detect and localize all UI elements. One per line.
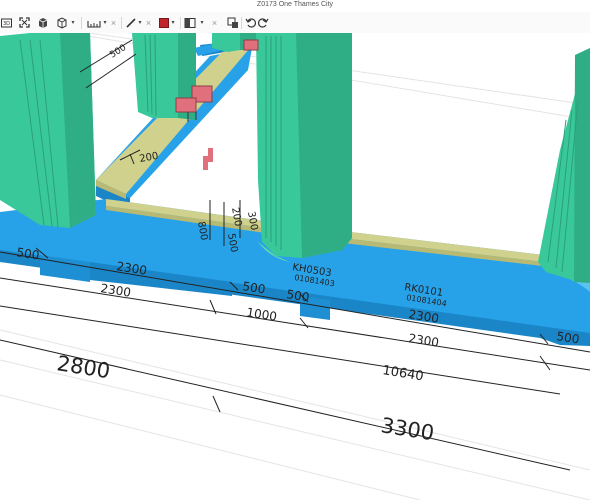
column-right [538,48,590,283]
measure-icon[interactable] [86,12,102,33]
undo-icon[interactable] [244,12,256,33]
line-clear-icon[interactable]: × [144,12,153,33]
dim-3300: 3300 [379,413,436,445]
line-dropdown-icon[interactable]: ▾ [137,12,143,33]
clip-icon[interactable] [183,12,197,33]
model-viewport[interactable]: 500 2300 500 500 500 2300 1000 2300 1064… [0,33,590,500]
cube-icon[interactable] [55,12,69,33]
clip-dropdown-icon[interactable]: ▾ [199,12,205,33]
dim-1000: 1000 [246,305,278,324]
measure-dropdown-icon[interactable]: ▾ [102,12,108,33]
line-icon[interactable] [124,12,137,33]
svg-text:3D: 3D [2,21,9,27]
window-title: Z0173 One Thames City [256,1,334,8]
dim-500-f: 500 [108,43,128,61]
model-tree-icon[interactable] [226,12,239,33]
dim-2300-c: 2300 [408,331,440,350]
measure-clear-icon[interactable]: × [109,12,118,33]
dim-10640: 10640 [381,363,424,384]
clip-clear-icon[interactable]: × [210,12,219,33]
column-left [0,33,96,228]
fit-view-icon[interactable] [17,12,31,33]
color-swatch [158,17,169,28]
view-3d-icon[interactable]: 3D [0,12,12,33]
redo-icon[interactable] [257,12,269,33]
column-center [256,33,352,262]
app-window: Z0173 One Thames City 3D ▾ ▾ × ▾ × ▾ ▾ ×… [0,0,590,500]
color-icon[interactable] [157,12,170,33]
toolbar: 3D ▾ ▾ × ▾ × ▾ ▾ × [0,12,590,34]
cube-dropdown-icon[interactable]: ▾ [70,12,76,33]
color-dropdown-icon[interactable]: ▾ [170,12,176,33]
dim-2800: 2800 [55,351,112,383]
objects-icon[interactable] [36,12,50,33]
title-bar: Z0173 One Thames City [0,0,590,12]
